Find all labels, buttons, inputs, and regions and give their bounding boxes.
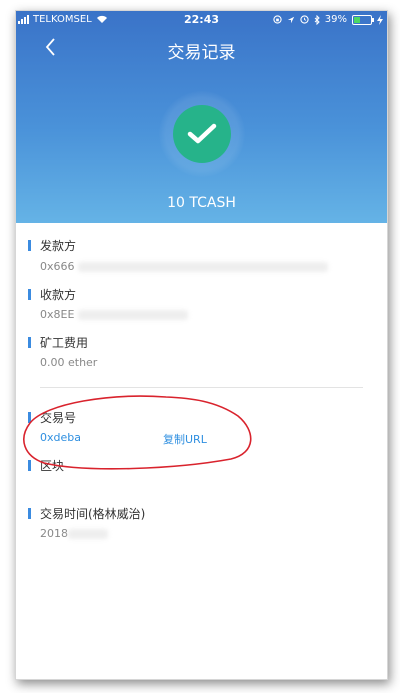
- annotation-circle: [23, 395, 252, 470]
- phone-screen: TELKOMSEL 22:43 39% 交易记录 10 TCASH 发款方 0x…: [15, 10, 388, 680]
